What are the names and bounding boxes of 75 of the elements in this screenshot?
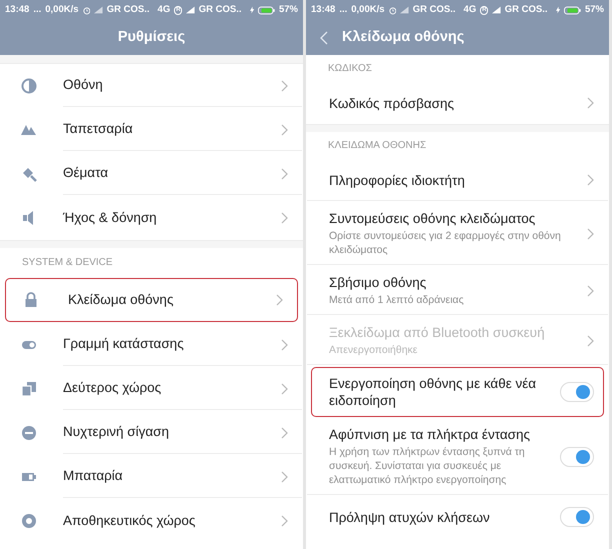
brush-icon	[21, 166, 37, 182]
charging-icon	[556, 6, 560, 14]
setting-description: Η χρήση των πλήκτρων έντασης ξυπνά τη συσκευή. Συνίσταται για συσκευές με ελαττωματικό πλήκτρο ενεργοποίησης	[329, 445, 526, 487]
alarm-icon	[82, 6, 90, 14]
network-type: 4G	[158, 2, 170, 17]
network-speed: 0,00K/s	[351, 2, 385, 17]
chevron-icon	[281, 124, 288, 136]
chevron-icon	[281, 470, 288, 482]
signal-icon	[492, 6, 501, 14]
network-type: 4G	[464, 2, 476, 17]
clock-time: 13:48	[311, 2, 336, 17]
more-dots: ...	[33, 2, 42, 17]
carrier-name: GR COS..	[504, 2, 548, 17]
more-dots: ...	[339, 2, 348, 17]
battery-level-icon	[564, 6, 581, 14]
section-header: ΚΛΕΙΔΩΜΑ ΟΘΟΝΗΣ	[328, 139, 426, 153]
chevron-icon	[281, 338, 288, 350]
section-header: SYSTEM & DEVICE	[22, 256, 113, 270]
carrier-name: GR COS..	[412, 2, 456, 17]
chevron-icon	[587, 284, 594, 296]
setting-label[interactable]: Κωδικός πρόσβασης	[329, 94, 577, 112]
battery-level-icon	[258, 6, 275, 14]
battery-percentage: 57%	[278, 2, 298, 17]
chevron-icon	[281, 80, 288, 92]
ring-icon	[21, 513, 37, 529]
battery-percentage: 57%	[584, 2, 604, 17]
charging-icon	[250, 6, 254, 14]
lock-icon	[23, 292, 39, 308]
menu-item-label[interactable]: Ταπετσαρία	[63, 119, 281, 140]
carrier-name: GR COS..	[198, 2, 242, 17]
setting-label[interactable]: Σβήσιμο οθόνης	[329, 274, 577, 291]
chevron-icon	[281, 168, 288, 180]
chevron-icon	[281, 515, 288, 527]
setting-description: Ορίστε συντομεύσεις για 2 εφαρμογές στην οθόνη κλειδώματος	[329, 229, 562, 257]
screen-title: Κλείδωμα οθόνης	[342, 28, 464, 47]
setting-label[interactable]: Συντομεύσεις οθόνης κλειδώματος	[329, 210, 577, 227]
menu-item-label[interactable]: Γραμμή κατάστασης	[63, 334, 281, 355]
section-header: ΚΩΔΙΚΟΣ	[328, 62, 372, 76]
menu-item-label[interactable]: Κλείδωμα οθόνης	[68, 290, 276, 310]
menu-item-label[interactable]: Δεύτερος χώρος	[63, 378, 281, 399]
chevron-icon	[587, 174, 594, 186]
carrier-name: GR COS..	[106, 2, 150, 17]
copies-icon	[21, 381, 37, 397]
signal-icon	[186, 6, 195, 14]
toggle-switch[interactable]	[560, 446, 594, 466]
chevron-icon	[587, 334, 594, 346]
back-icon	[320, 30, 328, 44]
menu-item-label[interactable]: Θέματα	[63, 163, 281, 184]
alarm-icon	[388, 6, 396, 14]
signal-icon	[400, 6, 409, 14]
chevron-icon	[276, 294, 283, 306]
chevron-icon	[587, 97, 594, 109]
menu-item-label[interactable]: Αποθηκευτικός χώρος	[63, 510, 281, 532]
menu-item-label[interactable]: Νυχτερινή σίγαση	[63, 422, 281, 443]
clock-time: 13:48	[5, 2, 30, 17]
toggle-switch[interactable]	[560, 382, 594, 402]
menu-item-label[interactable]: Οθόνη	[63, 75, 281, 96]
setting-description: Απενεργοποιήθηκε	[329, 343, 418, 357]
menu-item-label[interactable]: Ήχος & δόνηση	[63, 208, 281, 228]
chevron-icon	[281, 212, 288, 224]
chevron-icon	[587, 228, 594, 240]
screen-title: Ρυθμίσεις	[118, 28, 186, 47]
menu-item-label[interactable]: Μπαταρία	[63, 466, 281, 487]
setting-description: Μετά από 1 λεπτό αδράνειας	[329, 293, 465, 307]
chevron-icon	[281, 382, 288, 394]
toggle-switch[interactable]	[560, 507, 594, 527]
setting-label[interactable]: Αφύπνιση με τα πλήκτρα έντασης	[329, 426, 550, 443]
setting-label[interactable]: Ενεργοποίηση οθόνης με κάθε νέα ειδοποίηση	[329, 375, 550, 409]
network-speed: 0,00K/s	[45, 2, 79, 17]
setting-label[interactable]: Πρόληψη ατυχών κλήσεων	[329, 508, 550, 526]
minus-circle-icon	[21, 425, 37, 441]
setting-label[interactable]: Πληροφορίες ιδιοκτήτη	[329, 172, 577, 188]
chevron-icon	[281, 426, 288, 438]
contrast-icon	[21, 78, 37, 94]
signal-icon	[94, 6, 103, 14]
